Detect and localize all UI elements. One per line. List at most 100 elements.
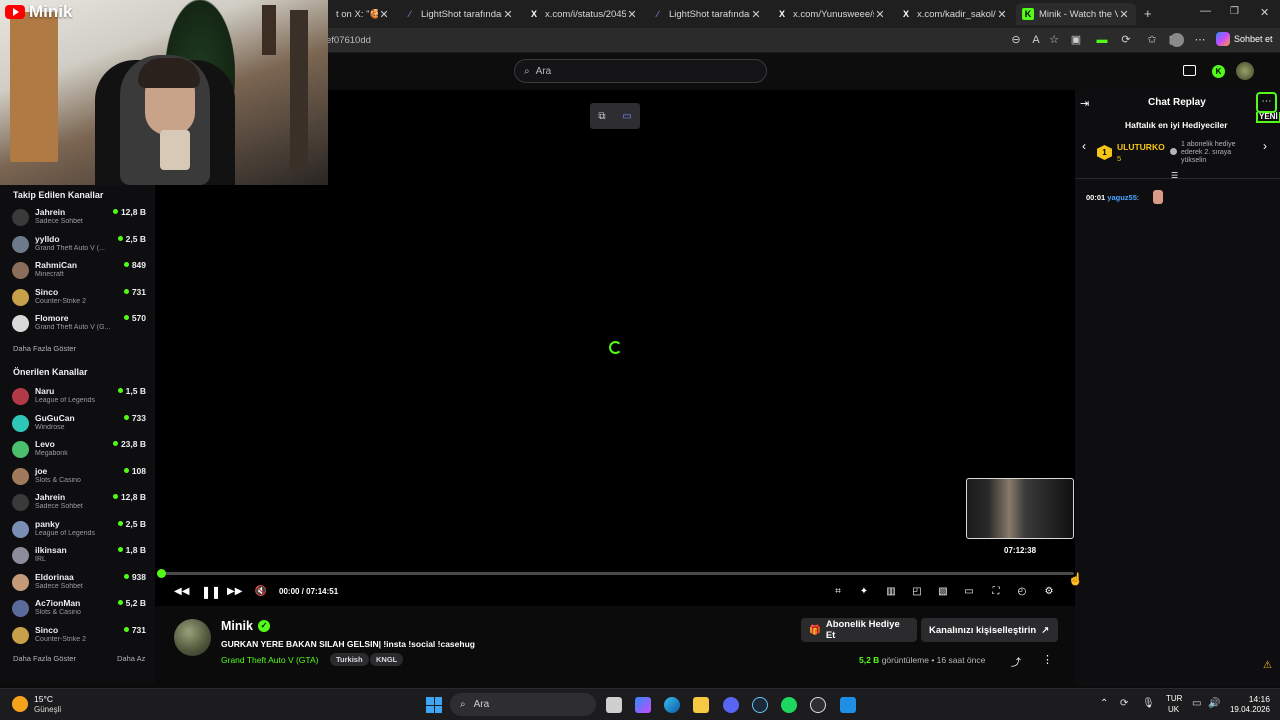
recommended-show-less[interactable]: Daha Az (117, 654, 145, 663)
stats-icon[interactable]: ▥ (884, 585, 898, 599)
close-tab-icon[interactable]: ✕ (626, 8, 638, 21)
copilot-button[interactable]: Sohbet et (1216, 32, 1273, 46)
task-view-icon[interactable] (606, 697, 622, 713)
channel-item[interactable]: ilkinsan IRL 1,8 B (12, 543, 148, 567)
gift-sub-button[interactable]: 🎁 Abonelik Hediye Et (801, 618, 917, 642)
speed-icon[interactable]: ◴ (1015, 585, 1029, 599)
progress-handle[interactable] (157, 569, 166, 578)
tag-turkish[interactable]: Turkish (330, 653, 369, 666)
discord-icon[interactable] (723, 697, 739, 713)
url-field[interactable]: ef07610dd (320, 32, 1010, 49)
close-tab-icon[interactable]: ✕ (378, 8, 390, 21)
restore-icon[interactable]: ❐ (1230, 6, 1239, 17)
volume-icon[interactable]: 🔊 (1208, 698, 1220, 709)
channel-item[interactable]: yylldo Grand Theft Auto V (... 2,5 B (12, 232, 148, 256)
browser-tab[interactable]: ∕LightShot tarafından Ek✕ (398, 3, 520, 25)
browser-tab[interactable]: Xx.com/kadir_sakol/statu✕ (894, 3, 1014, 25)
taskbar-search[interactable]: ⌕ Ara (450, 693, 596, 716)
game-link[interactable]: Grand Theft Auto V (GTA) (221, 655, 318, 665)
channel-item[interactable]: Naru League of Legends 1,5 B (12, 384, 148, 408)
pip-icon[interactable]: ◰ (910, 585, 924, 599)
close-window-icon[interactable]: ✕ (1260, 6, 1269, 19)
weather-sun-icon[interactable] (12, 696, 28, 712)
channel-item[interactable]: GuGuCan Windrose 733 (12, 411, 148, 435)
clock-date[interactable]: 19.04.2026 (1224, 705, 1270, 714)
extension-icon[interactable]: ▣ (1068, 32, 1084, 48)
chat-menu-button[interactable]: ⋯ (1256, 92, 1277, 113)
more-menu-icon[interactable]: ⋯ (1192, 32, 1208, 48)
user-avatar[interactable] (1236, 62, 1254, 80)
tag-kngl[interactable]: KNGL (370, 653, 404, 666)
chevron-left-icon[interactable]: ‹ (1082, 139, 1086, 153)
minimize-icon[interactable]: — (1200, 5, 1211, 17)
channel-item[interactable]: joe Slots & Casino 108 (12, 464, 148, 488)
cast-icon[interactable]: ▧ (936, 585, 950, 599)
sparkle-icon[interactable]: ✦ (857, 585, 871, 599)
channel-item[interactable]: Flomore Grand Theft Auto V (G... 570 (12, 311, 148, 335)
weather-temperature[interactable]: 15°C (34, 694, 53, 704)
kick-logo-icon[interactable]: K (1212, 65, 1225, 78)
close-tab-icon[interactable]: ✕ (996, 8, 1008, 21)
extensions-icon[interactable]: ⟳ (1118, 32, 1134, 48)
chat-message-user[interactable]: yaguz55 (1107, 193, 1137, 202)
tray-chevron-icon[interactable]: ⌃ (1100, 698, 1108, 709)
progress-bar[interactable] (161, 572, 1074, 575)
forward-icon[interactable]: ▶▶ (227, 585, 242, 599)
file-explorer-icon[interactable] (693, 697, 709, 713)
channel-item[interactable]: Ac7ionMan Slots & Casino 5,2 B (12, 596, 148, 620)
channel-name[interactable]: Minik (221, 619, 253, 633)
channel-item[interactable]: Sinco Counter-Strike 2 731 (12, 623, 148, 647)
store-app-icon[interactable] (840, 697, 856, 713)
warning-icon[interactable]: ⚠ (1263, 660, 1272, 671)
search-input[interactable]: ⌕ Ara (514, 59, 767, 83)
input-language[interactable]: TUR (1166, 694, 1182, 703)
channel-item[interactable]: Jahrein Sadece Sohbet 12,8 B (12, 205, 148, 229)
channel-item[interactable]: Sinco Counter-Strike 2 731 (12, 285, 148, 309)
zoom-icon[interactable]: ⊖ (1008, 32, 1024, 48)
copilot-app-icon[interactable] (635, 697, 651, 713)
keyboard-layout[interactable]: UK (1168, 705, 1179, 714)
collapse-chat-icon[interactable]: ⇥ (1080, 97, 1089, 110)
share-icon[interactable]: ⤴ (1011, 654, 1021, 669)
player-mode-toggle[interactable]: ⧉ ▭ (590, 103, 640, 129)
network-icon[interactable]: ⟳ (1120, 698, 1128, 709)
channel-avatar[interactable] (174, 619, 211, 656)
customize-channel-button[interactable]: Kanalınızı kişiselleştirin ↗ (921, 618, 1058, 642)
microphone-icon[interactable]: 🎙 (1142, 698, 1155, 709)
theater-mode-icon[interactable]: ▭ (962, 585, 976, 599)
spotify-icon[interactable] (781, 697, 797, 713)
fullscreen-icon[interactable]: ⛶ (989, 585, 1003, 599)
channel-item[interactable]: Eldorinaa Sadece Sohbet 938 (12, 570, 148, 594)
close-tab-icon[interactable]: ✕ (502, 8, 514, 21)
browser-tab[interactable]: Xx.com/Yunusweee/statu✕ (770, 3, 892, 25)
settings-gear-icon[interactable]: ⚙ (1042, 585, 1056, 599)
followed-show-more[interactable]: Daha Fazla Göster (13, 344, 76, 353)
channel-item[interactable]: RahmiCan Minecraft 849 (12, 258, 148, 282)
recommended-show-more[interactable]: Daha Fazla Göster (13, 654, 76, 663)
close-tab-icon[interactable]: ✕ (750, 8, 762, 21)
display-icon[interactable]: ▭ (1192, 698, 1201, 709)
read-aloud-icon[interactable]: A (1028, 32, 1044, 48)
picture-in-picture-icon[interactable]: ⧉ (598, 111, 605, 122)
windows-start-icon[interactable] (426, 697, 442, 713)
steam-icon[interactable] (752, 697, 768, 713)
more-options-icon[interactable]: ⋮ (1042, 653, 1053, 666)
browser-tab-active[interactable]: KMinik - Watch the VOD✕ (1016, 3, 1136, 25)
store-icon[interactable] (1183, 65, 1196, 76)
clock-time[interactable]: 14:16 (1224, 694, 1270, 704)
channel-item[interactable]: Levo Megabonk 23,8 B (12, 437, 148, 461)
obs-icon[interactable] (810, 697, 826, 713)
browser-tab[interactable]: Xx.com/i/status/2045848✕ (522, 3, 644, 25)
browser-tab[interactable]: t on X: "🍪🍪✕ (330, 3, 396, 25)
channel-item[interactable]: panky League of Legends 2,5 B (12, 517, 148, 541)
profile-icon[interactable] (1170, 33, 1184, 47)
chevron-right-icon[interactable]: › (1263, 139, 1267, 153)
edge-icon[interactable] (664, 697, 680, 713)
browser-tab[interactable]: ∕LightShot tarafından Ek✕ (646, 3, 768, 25)
pause-icon[interactable]: ❚❚ (201, 585, 221, 599)
top-gifter-name[interactable]: ULUTURKO (1117, 142, 1165, 152)
new-tab-icon[interactable]: + (1144, 6, 1152, 21)
close-tab-icon[interactable]: ✕ (874, 8, 886, 21)
favorites-icon[interactable]: ✩ (1144, 32, 1160, 48)
channel-item[interactable]: Jahrein Sadece Sohbet 12,8 B (12, 490, 148, 514)
